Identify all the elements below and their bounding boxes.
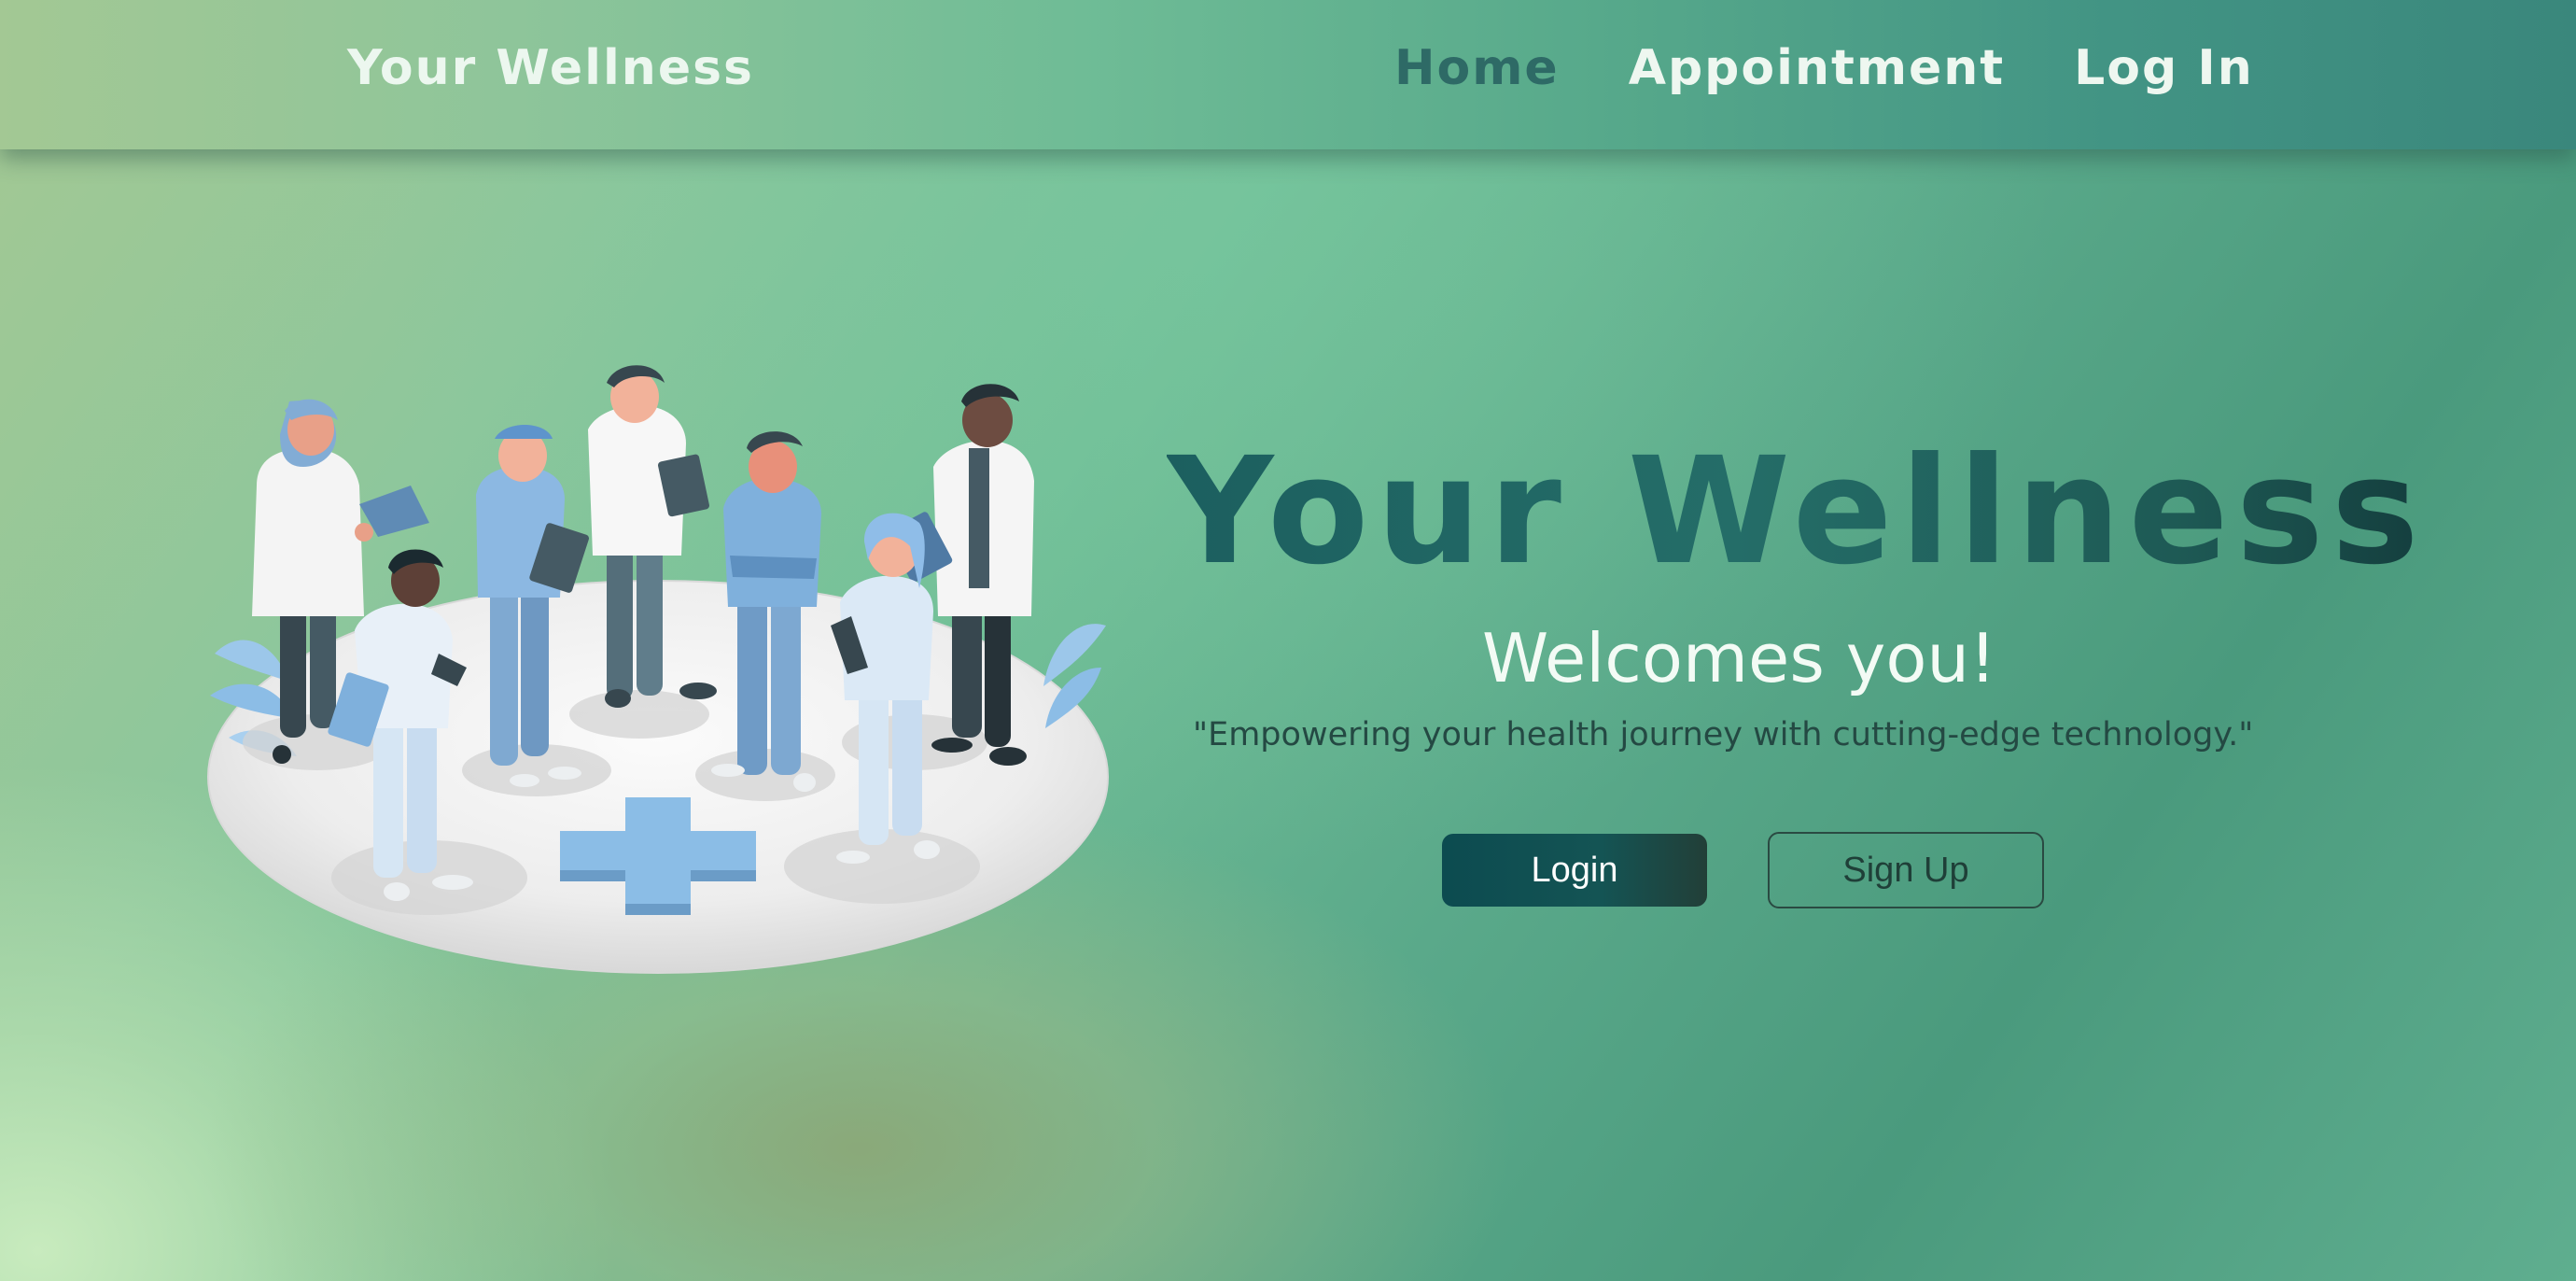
hero-title: Your Wellness bbox=[1167, 426, 2427, 598]
brand-logo-text[interactable]: Your Wellness bbox=[347, 37, 754, 99]
nav-login-link[interactable]: Log In bbox=[2074, 37, 2254, 99]
signup-button[interactable]: Sign Up bbox=[1768, 832, 2044, 908]
nav-home-link[interactable]: Home bbox=[1394, 37, 1560, 99]
main-nav: Home Appointment Log In bbox=[1394, 37, 2254, 99]
login-button[interactable]: Login bbox=[1442, 834, 1707, 907]
top-navbar: Your Wellness Home Appointment Log In bbox=[0, 0, 2576, 149]
hero-subtitle: Welcomes you! bbox=[1482, 619, 1996, 697]
nav-appointment-link[interactable]: Appointment bbox=[1629, 37, 2005, 99]
hero-tagline: "Empowering your health journey with cut… bbox=[1193, 716, 2254, 753]
medical-team-illustration bbox=[187, 345, 1120, 999]
